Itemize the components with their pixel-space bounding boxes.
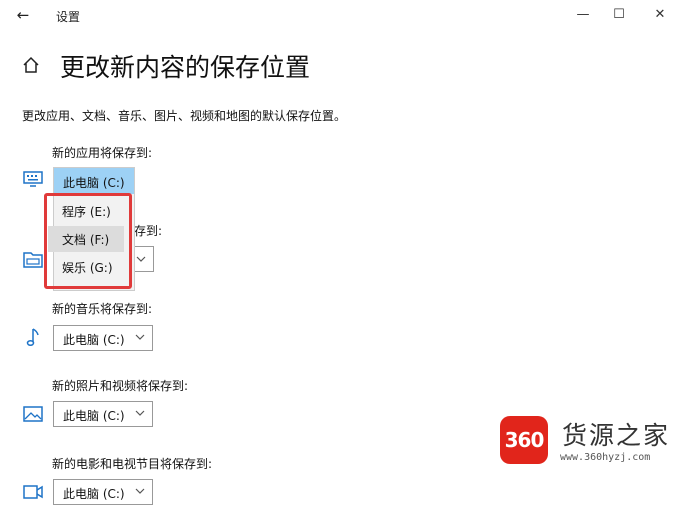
apps-save-label: 新的应用将保存到: xyxy=(52,146,153,160)
watermark: 360 货源之家 www.360hyzj.com xyxy=(500,416,682,470)
monitor-icon xyxy=(23,171,43,187)
documents-location-combo[interactable] xyxy=(132,246,154,272)
maximize-button[interactable]: ☐ xyxy=(604,4,634,26)
combo-value: 此电脑 (C:) xyxy=(63,333,125,347)
minimize-button[interactable]: — xyxy=(568,4,598,26)
watermark-name: 货源之家 xyxy=(562,421,671,450)
picture-icon xyxy=(23,406,43,422)
photos-save-label: 新的照片和视频将保存到: xyxy=(52,379,189,393)
red-highlight-box xyxy=(44,193,132,289)
close-button[interactable]: ✕ xyxy=(645,4,675,26)
watermark-logo: 360 xyxy=(500,416,548,464)
window-title: 设置 xyxy=(56,10,81,24)
movies-save-label: 新的电影和电视节目将保存到: xyxy=(52,457,213,471)
title-bar: ← 设置 — ☐ ✕ xyxy=(0,0,682,30)
dropdown-selected-option[interactable]: 此电脑 (C:) xyxy=(54,168,134,194)
music-save-label: 新的音乐将保存到: xyxy=(52,302,153,316)
music-note-icon xyxy=(26,328,39,347)
page-title: 更改新内容的保存位置 xyxy=(60,53,311,82)
page-description: 更改应用、文档、音乐、图片、视频和地图的默认保存位置。 xyxy=(22,109,347,123)
chevron-down-icon xyxy=(136,256,146,262)
option-label: 此电脑 (C:) xyxy=(63,176,125,190)
chevron-down-icon xyxy=(135,488,145,494)
photos-location-combo[interactable]: 此电脑 (C:) xyxy=(53,401,153,427)
documents-save-label: 存到: xyxy=(134,224,163,238)
folder-icon xyxy=(23,252,43,268)
back-button[interactable]: ← xyxy=(12,5,34,25)
movies-location-combo[interactable]: 此电脑 (C:) xyxy=(53,479,153,505)
music-location-combo[interactable]: 此电脑 (C:) xyxy=(53,325,153,351)
combo-value: 此电脑 (C:) xyxy=(63,487,125,501)
video-icon xyxy=(23,485,43,499)
home-icon[interactable] xyxy=(20,54,42,76)
combo-value: 此电脑 (C:) xyxy=(63,409,125,423)
chevron-down-icon xyxy=(135,410,145,416)
chevron-down-icon xyxy=(135,334,145,340)
watermark-url: www.360hyzj.com xyxy=(560,452,651,463)
